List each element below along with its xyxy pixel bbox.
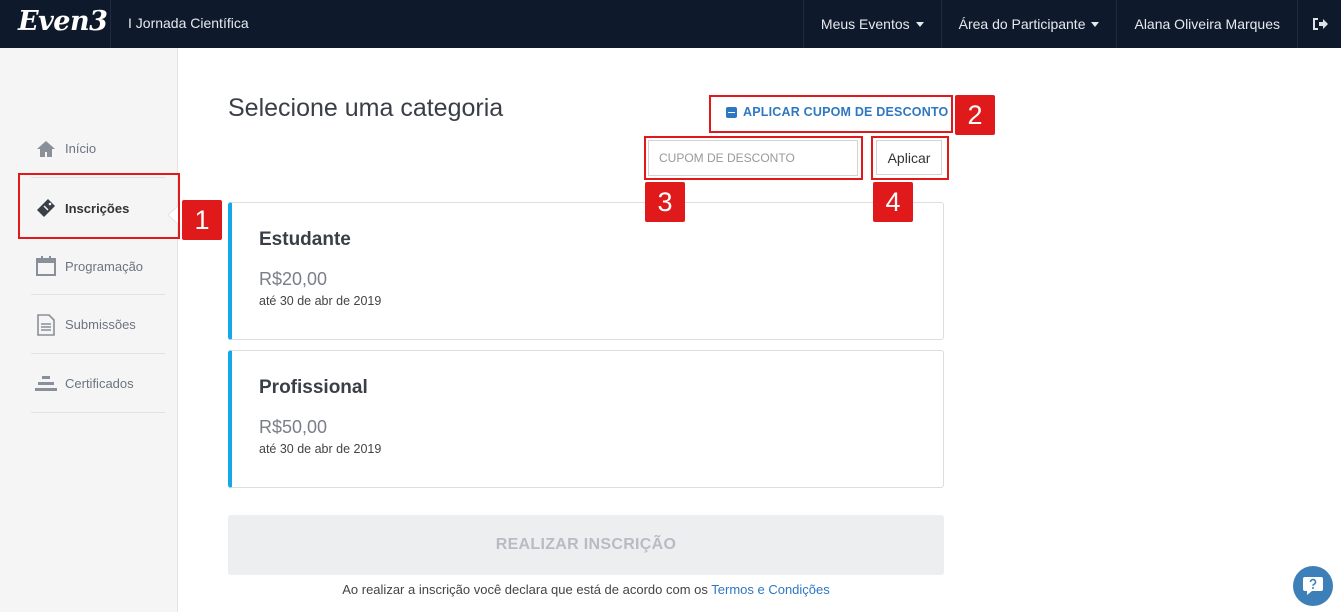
sidebar-item-label: Programação bbox=[65, 258, 144, 274]
sidebar-item-submissoes[interactable]: Submissões bbox=[31, 296, 165, 354]
menu-area-participante-label: Área do Participante bbox=[958, 16, 1086, 32]
category-name: Profissional bbox=[259, 377, 368, 398]
even3-logo[interactable]: Even3 bbox=[18, 6, 108, 37]
sidebar-item-inicio[interactable]: Início bbox=[31, 120, 165, 178]
navbar-divider bbox=[110, 0, 111, 48]
sidebar-item-label: Início bbox=[65, 141, 97, 156]
terms-notice: Ao realizar a inscrição você declara que… bbox=[228, 582, 944, 597]
sidebar-item-label: Submissões bbox=[65, 317, 136, 332]
document-icon bbox=[35, 313, 57, 336]
annotation-box-3 bbox=[644, 136, 863, 180]
category-card-profissional[interactable]: Profissional R$50,00 até 30 de abr de 20… bbox=[228, 350, 944, 488]
user-name-label: Alana Oliveira Marques bbox=[1134, 16, 1280, 32]
annotation-box-4 bbox=[871, 136, 949, 180]
help-chat-button[interactable] bbox=[1293, 566, 1333, 606]
submit-registration-button[interactable]: REALIZAR INSCRIÇÃO bbox=[228, 515, 944, 575]
terms-text: Ao realizar a inscrição você declara que… bbox=[342, 582, 708, 597]
menu-area-participante[interactable]: Área do Participante bbox=[940, 0, 1117, 48]
menu-meus-eventos-label: Meus Eventos bbox=[820, 16, 910, 32]
category-name: Estudante bbox=[259, 229, 351, 250]
sidebar-item-label: Certificados bbox=[65, 376, 134, 391]
category-deadline: até 30 de abr de 2019 bbox=[259, 442, 382, 456]
caret-down-icon bbox=[1091, 21, 1100, 27]
chat-question-icon bbox=[1303, 577, 1323, 595]
terms-link[interactable]: Termos e Condições bbox=[711, 582, 830, 597]
annotation-badge-3: 3 bbox=[645, 182, 685, 222]
category-price: R$20,00 bbox=[259, 269, 328, 289]
menu-user-name[interactable]: Alana Oliveira Marques bbox=[1116, 0, 1297, 48]
category-price: R$50,00 bbox=[259, 417, 328, 437]
sidebar-item-certificados[interactable]: Certificados bbox=[31, 355, 165, 413]
annotation-box-1 bbox=[18, 173, 180, 239]
logout-button[interactable] bbox=[1297, 0, 1341, 48]
event-title[interactable]: I Jornada Científica bbox=[128, 15, 249, 31]
top-navbar: Even3 I Jornada Científica Meus Eventos … bbox=[0, 0, 1341, 48]
category-card-estudante[interactable]: Estudante R$20,00 até 30 de abr de 2019 bbox=[228, 202, 944, 340]
page-title: Selecione uma categoria bbox=[228, 94, 504, 122]
sign-out-icon bbox=[1312, 18, 1328, 30]
annotation-badge-2: 2 bbox=[955, 95, 995, 135]
caret-down-icon bbox=[915, 21, 924, 27]
annotation-badge-1: 1 bbox=[182, 200, 222, 240]
annotation-badge-4: 4 bbox=[873, 182, 913, 222]
navbar-menu: Meus Eventos Área do Participante Alana … bbox=[802, 0, 1341, 48]
menu-meus-eventos[interactable]: Meus Eventos bbox=[802, 0, 941, 48]
certificate-icon bbox=[35, 373, 57, 395]
annotation-box-2 bbox=[709, 95, 953, 133]
sidebar-item-programacao[interactable]: Programação bbox=[31, 237, 165, 295]
home-icon bbox=[35, 138, 57, 160]
category-deadline: até 30 de abr de 2019 bbox=[259, 294, 382, 308]
calendar-icon bbox=[35, 255, 57, 277]
